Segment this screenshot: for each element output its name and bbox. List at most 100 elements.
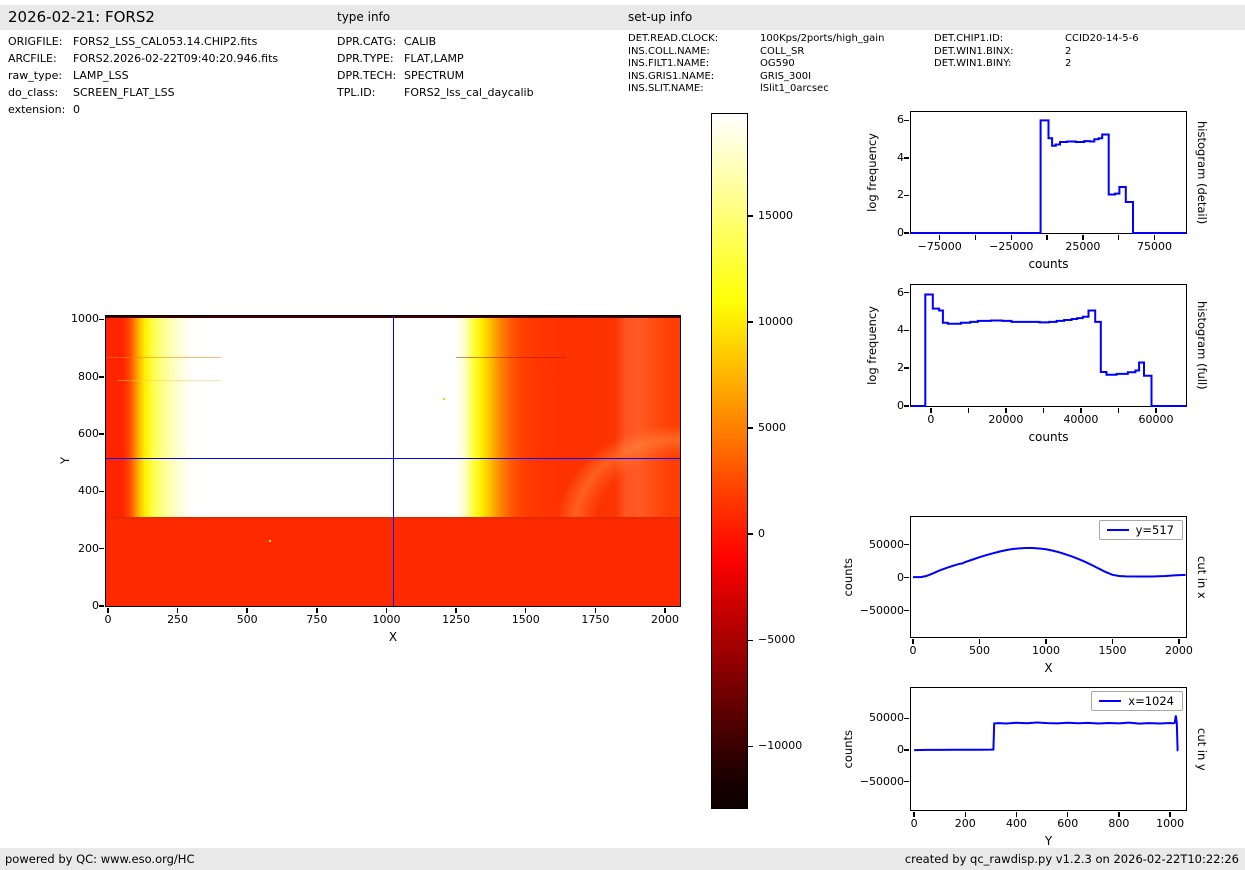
x-axis-label: X (911, 661, 1186, 675)
x-tick-label: 0 (76, 614, 140, 626)
y-tick (904, 781, 909, 783)
x-tick-label: 1000 (1014, 645, 1078, 657)
x-tick-label: −25000 (979, 241, 1043, 253)
x-tick-label: 1250 (424, 614, 488, 626)
x-tick-label: 20000 (974, 414, 1038, 426)
y-tick-label: 50000 (850, 712, 904, 724)
colorbar-tick-label: 5000 (758, 422, 822, 434)
y-tick (904, 195, 909, 197)
legend-label: y=517 (1136, 523, 1174, 537)
footer-powered-by: powered by QC: www.eso.org/HC (5, 848, 194, 870)
y-axis-label-wrap: counts (841, 517, 855, 637)
colorbar-tick (747, 215, 753, 217)
colorbar-tick (747, 321, 753, 323)
colorbar-tick-label: −10000 (758, 740, 822, 752)
data-line-y=517 (913, 548, 1186, 577)
y-axis-label: counts (841, 730, 855, 768)
x-tick (1118, 235, 1120, 240)
y-axis-label-wrap: counts (841, 688, 855, 810)
y-tick (904, 577, 909, 579)
heatmap-hot-pixel (443, 398, 445, 400)
right-label-wrap: histogram (full) (1195, 285, 1209, 406)
legend-line-sample (1099, 700, 1121, 702)
y-axis-label: Y (58, 457, 72, 464)
data-line-histogram (911, 295, 1186, 407)
x-tick-label: 2000 (1147, 645, 1211, 657)
y-tick (904, 330, 909, 332)
x-tick (1118, 408, 1120, 413)
right-label-wrap: cut in x (1195, 517, 1209, 637)
x-axis-label: X (106, 630, 680, 644)
y-tick-label: 0 (850, 744, 904, 756)
x-axis-label: Y (911, 834, 1186, 848)
x-axis-label: counts (911, 257, 1186, 271)
colorbar-tick-label: 10000 (758, 316, 822, 328)
x-tick-label: 75000 (1122, 241, 1186, 253)
y-axis-label-wrap: log frequency (865, 285, 879, 406)
series-canvas (911, 285, 1186, 406)
x-axis-label: counts (911, 430, 1186, 444)
x-tick-label: 1500 (1080, 645, 1144, 657)
y-tick (99, 548, 104, 550)
y-axis-label: log frequency (865, 133, 879, 212)
y-tick (904, 718, 909, 720)
y-tick-label: 800 (45, 371, 99, 383)
x-tick-label: 500 (215, 614, 279, 626)
heatmap-faint-line (106, 357, 221, 358)
y-tick (99, 433, 104, 435)
y-tick (904, 544, 909, 546)
y-tick (99, 376, 104, 378)
main-heatmap-plot: 0250500750100012501500175020000200400600… (105, 315, 681, 607)
colorbar-tick (747, 746, 753, 748)
legend: x=1024 (1091, 691, 1183, 711)
legend-label: x=1024 (1128, 694, 1174, 708)
x-tick-label: 250 (146, 614, 210, 626)
y-tick-label: −50000 (850, 776, 904, 788)
y-tick (99, 605, 104, 607)
x-tick-label: 25000 (1051, 241, 1115, 253)
x-tick-label: 1500 (494, 614, 558, 626)
y-tick (904, 292, 909, 294)
y-tick-label: 200 (45, 543, 99, 555)
y-tick-label: 0 (850, 572, 904, 584)
y-tick (99, 319, 104, 321)
crosshair-horizontal-y517 (106, 458, 680, 459)
colorbar-tick-label: −5000 (758, 634, 822, 646)
y-tick-label: 50000 (850, 539, 904, 551)
x-tick-label: 0 (899, 414, 963, 426)
y-tick (904, 405, 909, 407)
y-tick-label: 0 (45, 600, 99, 612)
x-tick-label: 2000 (633, 614, 697, 626)
y-tick (904, 610, 909, 612)
right-side-label: histogram (full) (1195, 301, 1209, 390)
y-tick-label: 600 (45, 428, 99, 440)
hist-full-plot: 02000040000600000246countslog frequencyh… (910, 284, 1187, 407)
y-axis-label-wrap: Y (58, 316, 72, 606)
y-tick (904, 749, 909, 751)
y-tick (904, 157, 909, 159)
x-tick-label: 1000 (354, 614, 418, 626)
y-axis-label-wrap: log frequency (865, 112, 879, 233)
colorbar-tick (747, 533, 753, 535)
heatmap-faint-line (118, 380, 221, 381)
x-tick-label: 40000 (1049, 414, 1113, 426)
right-side-label: histogram (detail) (1195, 121, 1209, 224)
y-axis-label: log frequency (865, 306, 879, 385)
data-line-x=1024 (914, 716, 1178, 751)
right-label-wrap: histogram (detail) (1195, 112, 1209, 233)
footer-bar: powered by QC: www.eso.org/HC created by… (0, 848, 1245, 870)
x-tick-label: 500 (947, 645, 1011, 657)
x-tick-label: −75000 (908, 241, 972, 253)
y-tick-label: −50000 (850, 605, 904, 617)
data-line-histogram (911, 120, 1186, 233)
cut-x-plot: 0500100015002000500000−50000Xcountscut i… (910, 516, 1187, 638)
colorbar-tick-label: 0 (758, 528, 822, 540)
crosshair-vertical-x1024 (393, 316, 394, 606)
y-tick-label: 400 (45, 485, 99, 497)
x-tick (1043, 408, 1045, 413)
legend: y=517 (1099, 520, 1183, 540)
colorbar-tick (747, 427, 753, 429)
footer-created-by: created by qc_rawdisp.py v1.2.3 on 2026-… (905, 848, 1239, 870)
y-tick-label: 1000 (45, 313, 99, 325)
qc-figure: 0250500750100012501500175020000200400600… (0, 0, 1245, 870)
